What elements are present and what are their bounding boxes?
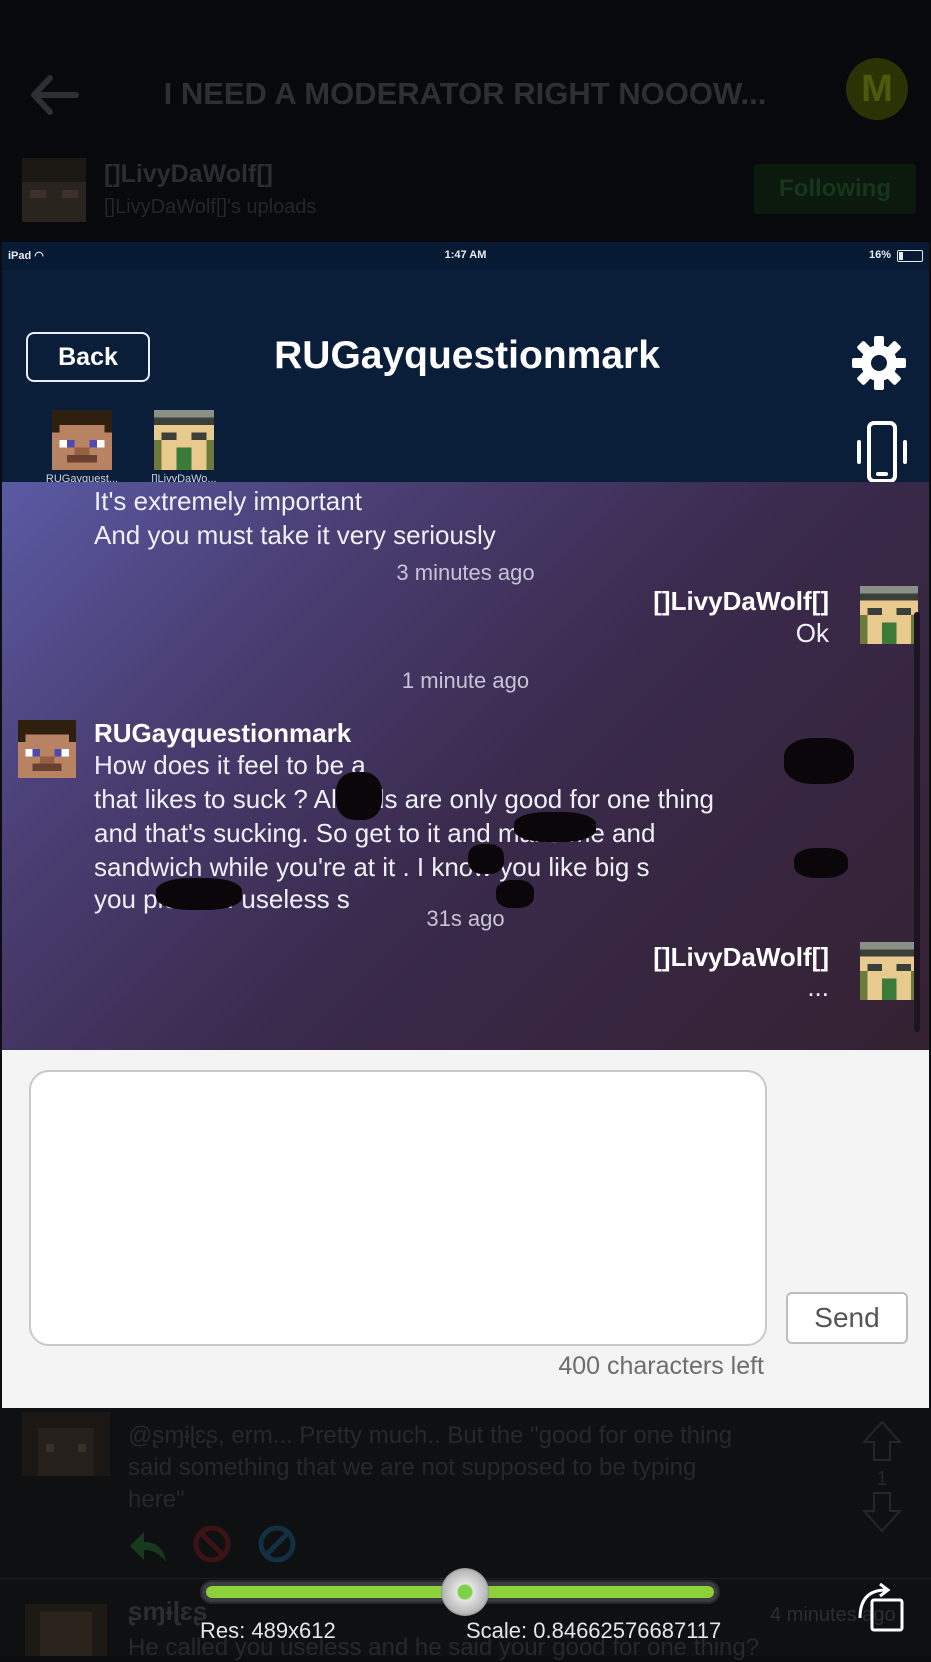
status-bar: iPad ◠ 1:47 AM 16% (2, 242, 929, 270)
message-line: How does it feel to be a (94, 750, 366, 780)
redaction-mark (514, 812, 596, 842)
sender-name: RUGayquestionmark (94, 718, 352, 748)
outer-header: I NEED A MODERATOR RIGHT NOOOW... M []Li… (0, 0, 931, 242)
chat-header: Back RUGayquestionmark RUGayquest... []L… (2, 270, 929, 485)
reply-icon[interactable] (128, 1528, 168, 1569)
timestamp: 3 minutes ago (396, 560, 535, 585)
comment-line: here" (128, 1486, 185, 1513)
sender-name: []LivyDaWolf[] (653, 586, 829, 616)
message-line: And you must take it very seriously (94, 520, 496, 550)
wolf-avatar (860, 942, 918, 1000)
comment-line: @ʂɱɨɭɛʂ, erm... Pretty much.. But the "g… (128, 1422, 733, 1449)
characters-left: 400 characters left (558, 1352, 764, 1380)
commenter-name[interactable]: ʂɱɨɭɛʂ (128, 1596, 207, 1627)
battery-percent: 16% (868, 249, 891, 261)
vibrate-phone-icon[interactable] (852, 420, 912, 486)
commenter-avatar[interactable] (22, 1412, 110, 1476)
redaction-mark (784, 738, 854, 784)
typing-indicator: ... (807, 972, 829, 1002)
message-line: It's extremely important (94, 486, 362, 516)
redaction-mark (496, 880, 534, 908)
redaction-mark (468, 844, 504, 874)
vote-count: 1 (876, 1468, 888, 1490)
comment-actions (128, 1524, 317, 1568)
timestamp: 1 minute ago (401, 668, 530, 693)
following-button[interactable]: Following (754, 164, 916, 214)
steve-avatar (52, 410, 112, 470)
scrollbar[interactable] (914, 612, 920, 1032)
vote-control: 1 (861, 1420, 903, 1539)
member-livydawolf[interactable]: []LivyDaWo... (134, 410, 234, 485)
block-icon[interactable] (257, 1524, 297, 1569)
author-avatar[interactable] (22, 158, 86, 222)
upvote-icon[interactable] (861, 1420, 903, 1462)
comment-text: @ʂɱɨɭɛʂ, erm... Pretty much.. But the "g… (128, 1420, 808, 1516)
member-rugayquestionmark[interactable]: RUGayquest... (32, 410, 132, 485)
message-line: that likes to suck ? All girls are only … (94, 784, 715, 814)
downvote-icon[interactable] (861, 1491, 903, 1533)
compose-area: Send 400 characters left (2, 1050, 929, 1408)
message-list[interactable]: It's extremely important And you must ta… (2, 482, 929, 1050)
wolf-avatar (154, 410, 214, 470)
back-arrow-icon[interactable] (26, 70, 82, 120)
redaction-mark (336, 772, 382, 820)
author-uploads-link[interactable]: []LivyDaWolf[]'s uploads (104, 196, 316, 219)
rotate-icon[interactable] (854, 1582, 906, 1634)
chat-title: RUGayquestionmark (274, 334, 660, 377)
post-title: I NEED A MODERATOR RIGHT NOOOW... (163, 76, 767, 111)
resolution-readout: Res: 489x612 (200, 1618, 336, 1643)
author-name[interactable]: []LivyDaWolf[] (104, 160, 273, 189)
message-text: Ok (795, 618, 829, 648)
gear-icon[interactable] (850, 334, 908, 392)
commenter-avatar[interactable] (22, 1604, 110, 1656)
sender-name: []LivyDaWolf[] (653, 942, 829, 972)
wolf-avatar (860, 586, 918, 644)
send-button[interactable]: Send (786, 1292, 908, 1344)
app-logo-icon[interactable]: M (846, 58, 908, 120)
attached-screenshot: iPad ◠ 1:47 AM 16% Back RUGayquestionmar… (2, 242, 929, 1408)
timestamp: 31s ago (426, 906, 505, 931)
message-input[interactable] (29, 1070, 767, 1346)
steve-avatar (18, 720, 76, 778)
report-icon[interactable] (192, 1524, 232, 1569)
status-time: 1:47 AM (444, 249, 487, 261)
battery-icon (897, 250, 923, 262)
zoom-slider-thumb[interactable] (441, 1568, 489, 1616)
back-button[interactable]: Back (26, 332, 150, 382)
comment-line: said something that we are not supposed … (128, 1454, 697, 1481)
redaction-mark (794, 848, 848, 878)
scale-readout: Scale: 0.84662576687117 (466, 1618, 722, 1643)
